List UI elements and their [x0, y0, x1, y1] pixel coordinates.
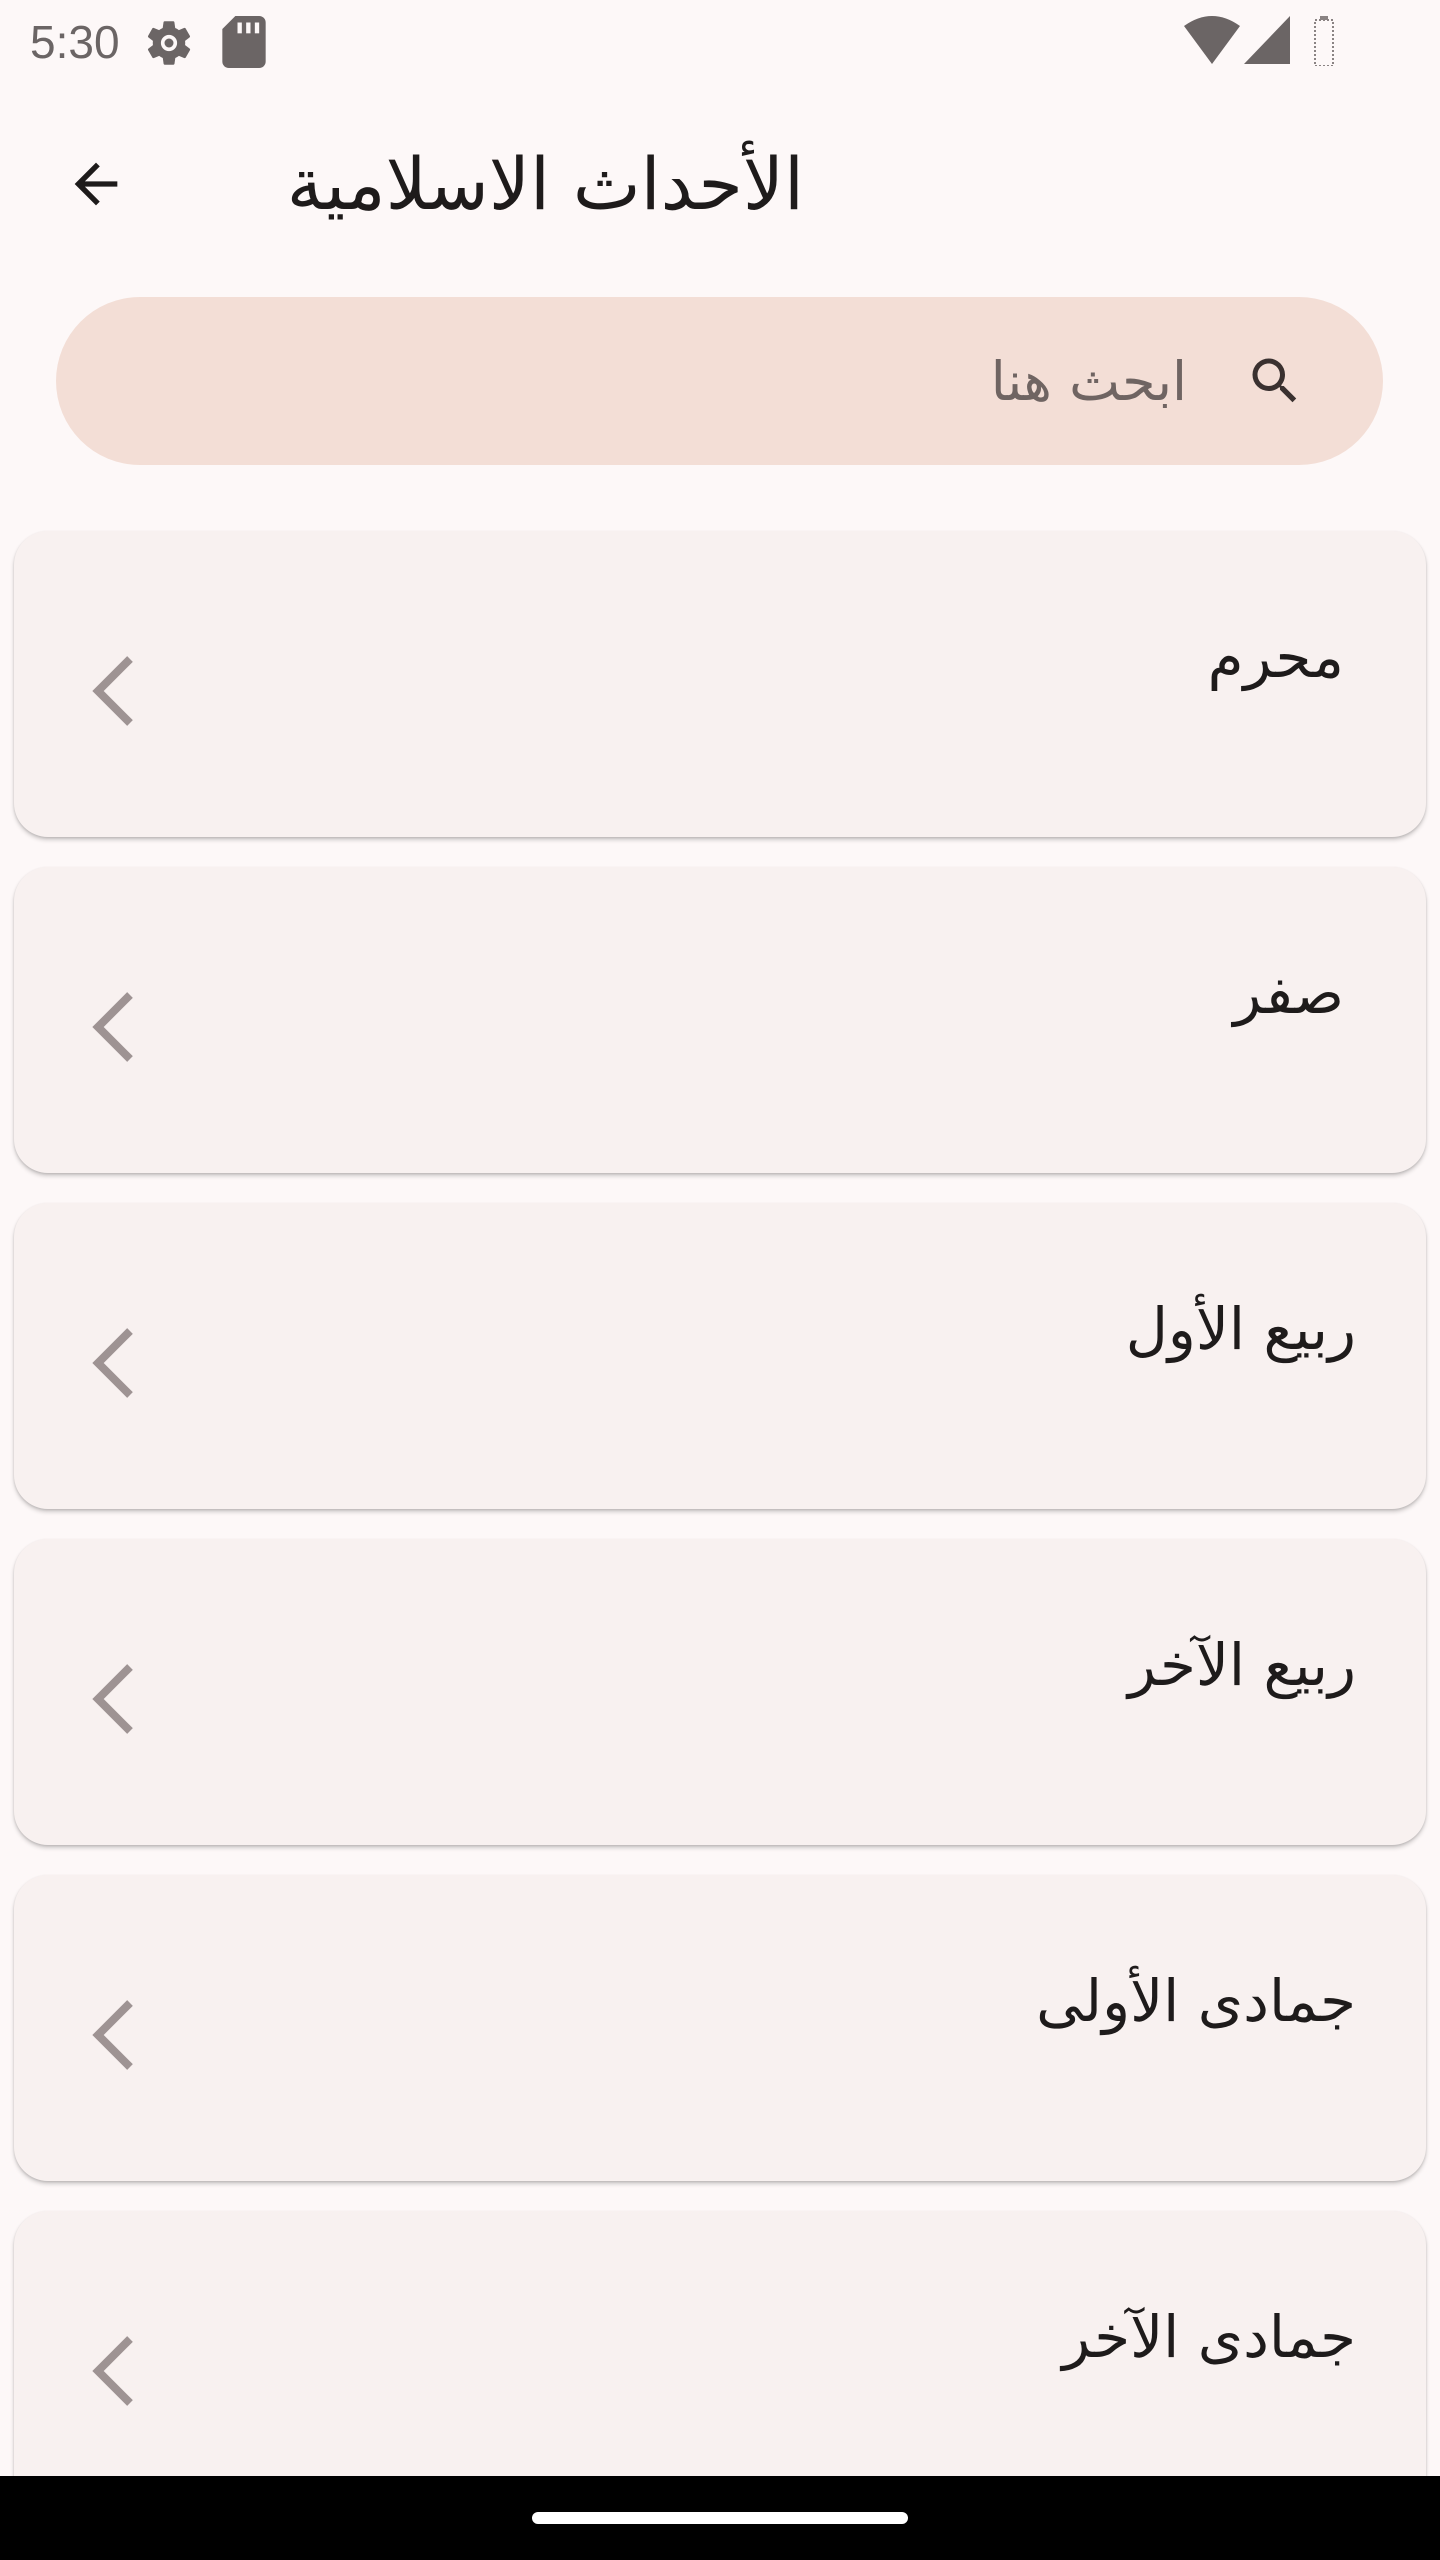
search-bar[interactable] [56, 297, 1383, 465]
chevron-left-icon [92, 2336, 133, 2406]
month-card-muharram[interactable]: محرم [14, 531, 1426, 837]
month-name: ربيع الأول [1125, 1295, 1356, 1363]
home-indicator[interactable] [532, 2512, 908, 2524]
navigation-bar [0, 2476, 1440, 2560]
page-title: الأحداث الاسلامية [286, 142, 804, 226]
status-bar: 5:30 [0, 0, 1440, 84]
battery-icon [1314, 16, 1334, 66]
month-name: محرم [1207, 623, 1344, 691]
month-name: صفر [1233, 959, 1344, 1027]
month-name: جمادى الأولى [1036, 1967, 1356, 2035]
search-icon[interactable] [1245, 351, 1305, 411]
month-name: جمادى الآخر [1062, 2303, 1356, 2371]
app-bar: الأحداث الاسلامية [0, 84, 1440, 280]
wifi-icon [1184, 16, 1240, 64]
month-card-jumada-al-ula[interactable]: جمادى الأولى [14, 1875, 1426, 2181]
search-input[interactable] [287, 331, 1187, 431]
arrow-back-icon [74, 162, 118, 206]
settings-gear-icon [147, 21, 191, 65]
month-card-safar[interactable]: صفر [14, 867, 1426, 1173]
status-time: 5:30 [30, 16, 120, 68]
month-card-jumada-al-akhir[interactable]: جمادى الآخر [14, 2211, 1426, 2517]
month-name: ربيع الآخر [1127, 1631, 1356, 1699]
month-card-rabi-al-awwal[interactable]: ربيع الأول [14, 1203, 1426, 1509]
back-button[interactable] [48, 136, 144, 232]
chevron-left-icon [92, 1328, 133, 1398]
chevron-left-icon [92, 2000, 133, 2070]
chevron-left-icon [92, 992, 133, 1062]
sd-card-icon [222, 16, 266, 68]
cell-signal-icon [1244, 16, 1290, 64]
chevron-left-icon [92, 656, 133, 726]
month-card-rabi-al-akhir[interactable]: ربيع الآخر [14, 1539, 1426, 1845]
chevron-left-icon [92, 1664, 133, 1734]
